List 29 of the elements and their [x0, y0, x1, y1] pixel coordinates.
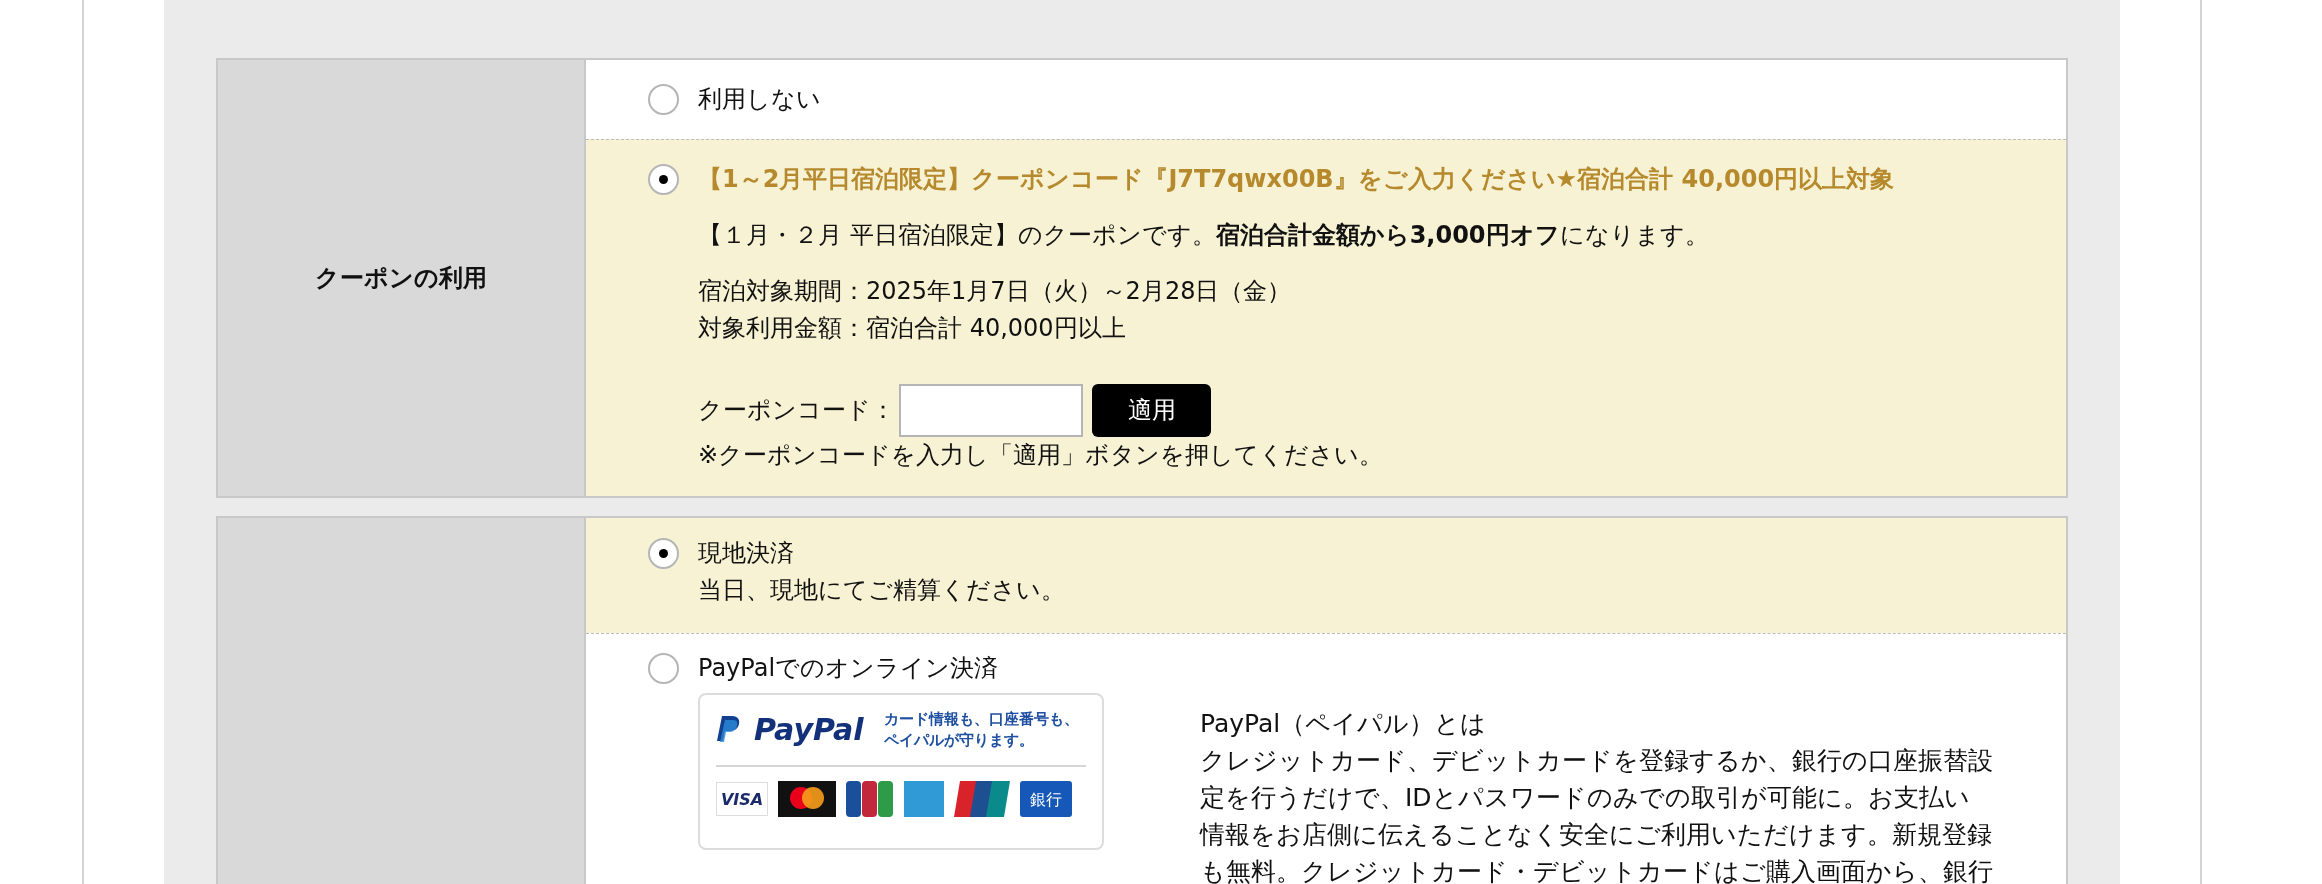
paypal-about-text: 定を行うだけで、IDとパスワードのみでの取引が可能に。お支払い	[1200, 782, 1971, 814]
coupon-detail: 対象利用金額：宿泊合計 40,000円以上	[698, 313, 1127, 344]
option-label: PayPalでのオンライン決済	[698, 653, 1000, 684]
paypal-about-text: クレジットカード、デビットカードを登録するか、銀行の口座振替設	[1200, 745, 1994, 777]
paypal-p-icon	[716, 716, 740, 744]
mastercard-icon	[778, 781, 836, 817]
coupon-description: 【１月・２月 平日宿泊限定】のクーポンです。宿泊合計金額から3,000円オフになります。	[698, 220, 1710, 251]
radio-button[interactable]	[648, 538, 679, 569]
option-label: 現地決済	[698, 538, 795, 569]
row-label: クーポンの利用	[315, 262, 487, 294]
apply-button[interactable]: 適用	[1092, 384, 1211, 437]
bank-icon: 銀行	[1020, 781, 1072, 817]
code-label: クーポンコード：	[698, 395, 895, 426]
paypal-logo: PayPal	[754, 715, 864, 745]
coupon-detail: 宿泊対象期間：2025年1月7日（火）～2月28日（金）	[698, 276, 1293, 307]
banner-tagline: カード情報も、口座番号も、	[883, 709, 1079, 730]
radio-button[interactable]	[648, 84, 679, 115]
radio-button[interactable]	[648, 164, 679, 195]
option-label: 【1～2月平日宿泊限定】クーポンコード『J7T7qwx00B』をご入力ください★宿泊合計 40,000円以上対象	[698, 164, 1895, 195]
paypal-about-text: 情報をお店側に伝えることなく安全にご利用いただけます。新規登録	[1200, 819, 1993, 851]
option-description: 当日、現地にてご精算ください。	[698, 575, 1065, 606]
radio-button[interactable]	[648, 653, 679, 684]
option-label: 利用しない	[698, 84, 821, 115]
banner-tagline: ペイパルが守ります。	[883, 730, 1035, 751]
coupon-code-field[interactable]	[899, 384, 1083, 437]
paypal-about-text: も無料。クレジットカード・デビットカードはご購入画面から、銀行	[1200, 856, 1994, 884]
coupon-note: ※クーポンコードを入力し「適用」ボタンを押してください。	[698, 440, 1385, 471]
visa-icon: VISA	[716, 782, 768, 816]
paypal-about-title: PayPal（ペイパル）とは	[1200, 708, 1488, 740]
